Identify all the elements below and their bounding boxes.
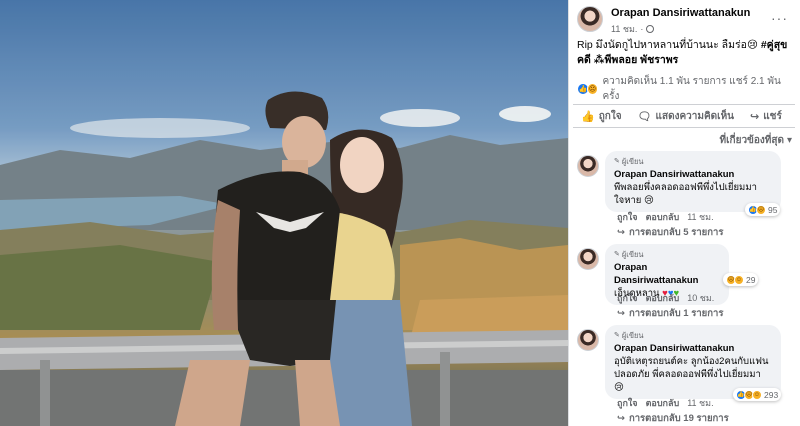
author-avatar[interactable] — [577, 6, 603, 32]
replies-label: การตอบกลับ 5 รายการ — [628, 227, 724, 238]
comment-reply-link[interactable]: ตอบกลับ — [646, 396, 680, 410]
replies-label: การตอบกลับ 19 รายการ — [628, 413, 729, 424]
comment-button[interactable]: 🗨 แสดงความคิดเห็น — [630, 109, 742, 124]
comment-label: แสดงความคิดเห็น — [655, 110, 734, 122]
care-reaction-icon: ☺ — [752, 389, 762, 400]
caption-text: Rip มึงนัดกูไปหาหลานที่บ้านนะ ลืมร่อ😢 — [577, 39, 758, 51]
globe-icon — [646, 25, 655, 33]
comment-icon: 🗨 — [637, 110, 652, 123]
comment-author[interactable]: Orapan Dansiriwattanakun — [614, 342, 772, 355]
author-badge-label: ผู้เขียน — [621, 250, 644, 259]
reaction-count: 29 — [746, 274, 756, 285]
comment-text: อุบัติเหตุรถยนต์คะ ลูกน้อง2คนกับแฟน — [614, 356, 769, 367]
author-name[interactable]: Orapan Dansiriwattanakun — [611, 7, 750, 19]
pen-icon: ✎ — [614, 158, 620, 165]
author-badge: ✎ ผู้เขียน — [614, 155, 772, 168]
care-reaction-icon: ☺ — [734, 274, 744, 285]
comment-reactions[interactable]: 👍 ☹ ☺ 293 — [733, 388, 782, 401]
view-replies-link[interactable]: ↪ การตอบกลับ 5 รายการ — [617, 225, 723, 240]
post-panel: Orapan Dansiriwattanakun 11 ชม. · ··· Ri… — [569, 0, 800, 426]
post-actions: 👍 ถูกใจ 🗨 แสดงความคิดเห็น ↪ แชร์ — [573, 104, 795, 128]
comment-text: ปลอดภัย พี่คลอดออฟพีพึ่งไปเยี่ยมมา — [614, 369, 761, 380]
separator-dot: · — [640, 24, 644, 34]
comment-sort-dropdown[interactable]: ที่เกี่ยวข้องที่สุด ▾ — [720, 133, 792, 148]
comment-like-link[interactable]: ถูกใจ — [617, 291, 638, 305]
pen-icon: ✎ — [614, 251, 620, 258]
reaction-count: 95 — [768, 204, 778, 215]
post-time[interactable]: 11 ชม. — [611, 22, 637, 36]
post-photo[interactable] — [0, 0, 568, 426]
comment-time[interactable]: 11 ชม. — [687, 396, 713, 410]
comment-time[interactable]: 11 ชม. — [687, 210, 713, 224]
comment-text: พีพลอยพึ่งคลอดออฟพีพึ่งไปเยี่ยมมา — [614, 182, 757, 193]
comment-reactions[interactable]: 👍 ☹ 95 — [745, 203, 781, 216]
comment-like-link[interactable]: ถูกใจ — [617, 396, 638, 410]
comment-reactions[interactable]: ☹ ☺ 29 — [723, 273, 759, 286]
view-replies-link[interactable]: ↪ การตอบกลับ 19 รายการ — [617, 411, 729, 426]
author-badge-label: ผู้เขียน — [621, 157, 644, 166]
share-button[interactable]: ↪ แชร์ — [742, 109, 790, 124]
post-meta: 11 ชม. · — [611, 22, 655, 36]
author-badge-label: ผู้เขียน — [621, 331, 644, 340]
comment-reply-link[interactable]: ตอบกลับ — [646, 291, 680, 305]
commenter-avatar[interactable] — [577, 248, 599, 270]
commenter-avatar[interactable] — [577, 155, 599, 177]
thumbs-up-icon: 👍 — [581, 110, 595, 123]
sort-label: ที่เกี่ยวข้องที่สุด — [719, 135, 784, 146]
like-button[interactable]: 👍 ถูกใจ — [573, 109, 630, 124]
like-label: ถูกใจ — [598, 110, 622, 122]
comment-time[interactable]: 10 ชม. — [687, 291, 714, 305]
share-label: แชร์ — [763, 110, 782, 122]
commenter-avatar[interactable] — [577, 329, 599, 351]
reply-arrow-icon: ↪ — [617, 227, 625, 238]
post-stats: 👍 ☹ ความคิดเห็น 1.1 พัน รายการ แชร์ 2.1 … — [577, 76, 795, 102]
comment-links: ถูกใจ ตอบกลับ 11 ชม. — [617, 210, 714, 224]
sad-reaction-icon: ☹ — [756, 204, 766, 215]
author-badge: ✎ ผู้เขียน — [614, 329, 772, 342]
comment-reply-link[interactable]: ตอบกลับ — [646, 210, 680, 224]
pen-icon: ✎ — [614, 332, 620, 339]
replies-label: การตอบกลับ 1 รายการ — [628, 308, 724, 319]
comment-author[interactable]: Orapan Dansiriwattanakun — [614, 261, 720, 287]
more-options-icon[interactable]: ··· — [771, 10, 788, 26]
post-stats-text[interactable]: ความคิดเห็น 1.1 พัน รายการ แชร์ 2.1 พัน … — [602, 74, 795, 104]
comment-links: ถูกใจ ตอบกลับ 10 ชม. — [617, 291, 714, 305]
chevron-down-icon: ▾ — [786, 135, 792, 146]
photo-illustration — [0, 0, 568, 426]
reaction-count: 293 — [764, 389, 779, 400]
comment-links: ถูกใจ ตอบกลับ 11 ชม. — [617, 396, 714, 410]
view-replies-link[interactable]: ↪ การตอบกลับ 1 รายการ — [617, 306, 723, 321]
comment-like-link[interactable]: ถูกใจ — [617, 210, 638, 224]
reply-arrow-icon: ↪ — [617, 308, 625, 319]
post-header: Orapan Dansiriwattanakun 11 ชม. · ··· — [577, 6, 794, 36]
post-caption: Rip มึงนัดกูไปหาหลานที่บ้านนะ ลืมร่อ😢 #ค… — [577, 38, 795, 68]
reply-arrow-icon: ↪ — [617, 413, 625, 424]
author-badge: ✎ ผู้เขียน — [614, 248, 720, 261]
share-icon: ↪ — [750, 110, 760, 123]
sad-reaction-icon[interactable]: ☹ — [586, 83, 599, 95]
comment-author[interactable]: Orapan Dansiriwattanakun — [614, 168, 772, 181]
